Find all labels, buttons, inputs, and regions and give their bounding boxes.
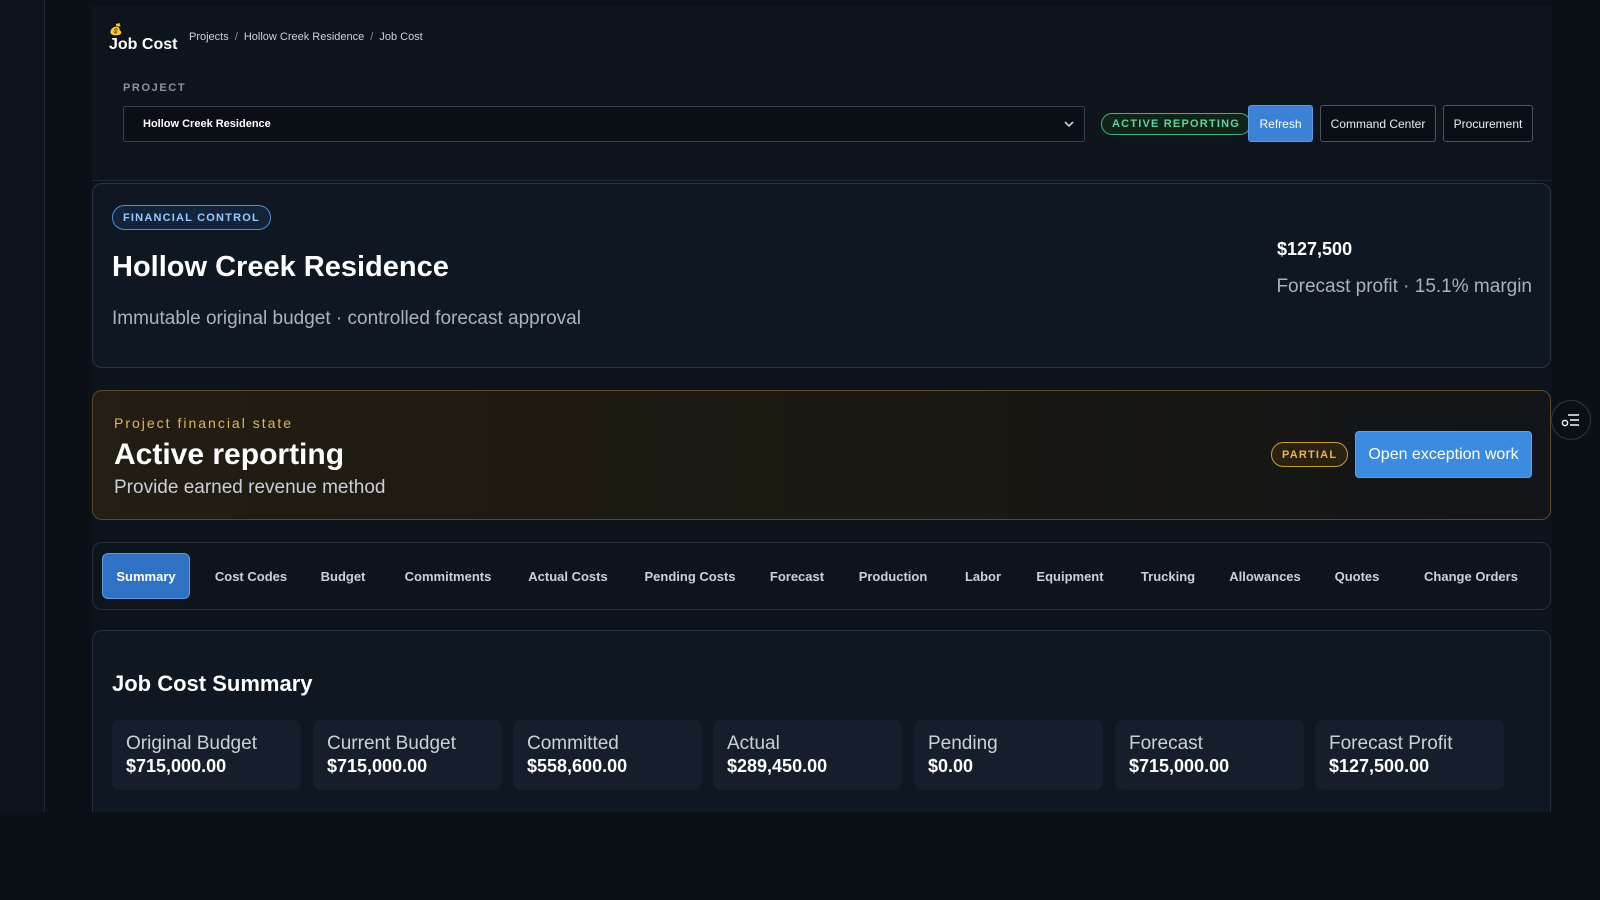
tab-production[interactable]: Production [843,553,943,599]
breadcrumb: Projects / Hollow Creek Residence / Job … [189,31,423,43]
tab-quotes[interactable]: Quotes [1325,553,1389,599]
forecast-profit-margin: Forecast profit · 15.1% margin [1276,276,1532,297]
metric-forecast: Forecast $715,000.00 [1115,720,1304,790]
metric-value: $0.00 [928,756,974,776]
left-rail [0,0,45,812]
forecast-profit-amount: $127,500 [1277,239,1353,259]
status-badge: ACTIVE REPORTING [1101,113,1251,135]
state-subtitle: Provide earned revenue method [114,477,386,498]
breadcrumb-current: Job Cost [379,31,423,43]
metric-original-budget: Original Budget $715,000.00 [112,720,301,790]
metric-value: $715,000.00 [1129,756,1230,776]
metric-value: $558,600.00 [527,756,628,776]
tab-budget[interactable]: Budget [307,553,379,599]
metric-label: Original Budget [126,733,257,754]
metric-label: Current Budget [327,733,456,754]
money-bag-icon: 💰 [109,24,123,36]
metric-label: Forecast [1129,733,1203,754]
tab-forecast[interactable]: Forecast [758,553,836,599]
tab-actual-costs[interactable]: Actual Costs [513,553,623,599]
summary-title: Job Cost Summary [112,671,313,696]
app-header: 💰 Job Cost Projects / Hollow Creek Resid… [92,6,1552,71]
project-select-value: Hollow Creek Residence [143,118,271,130]
open-exception-work-button[interactable]: Open exception work [1355,431,1532,478]
filter-settings-button[interactable] [1551,400,1591,440]
metric-label: Pending [928,733,998,754]
metric-value: $715,000.00 [327,756,428,776]
metric-value: $127,500.00 [1329,756,1430,776]
job-cost-summary-card: Job Cost Summary Original Budget $715,00… [92,630,1551,812]
tab-change-orders[interactable]: Change Orders [1401,553,1541,599]
tab-commitments[interactable]: Commitments [388,553,508,599]
tab-bar: Summary Cost Codes Budget Commitments Ac… [92,542,1551,610]
tab-labor[interactable]: Labor [953,553,1013,599]
metric-committed: Committed $558,600.00 [513,720,702,790]
job-cost-app: 💰 Job Cost Projects / Hollow Creek Resid… [92,6,1552,812]
financial-state-card: Project financial state Active reporting… [92,390,1551,520]
state-kicker: Project financial state [114,415,294,431]
tab-cost-codes[interactable]: Cost Codes [201,553,301,599]
app-title: Job Cost [109,36,178,53]
project-toolbar: PROJECT Hollow Creek Residence ACTIVE RE… [92,70,1552,181]
tab-summary[interactable]: Summary [102,553,190,599]
brand[interactable]: 💰 Job Cost [109,24,177,54]
state-title: Active reporting [114,438,345,471]
partial-badge: PARTIAL [1271,442,1349,467]
tab-equipment[interactable]: Equipment [1023,553,1117,599]
chevron-down-icon [1064,121,1074,128]
project-hero-card: FINANCIAL CONTROL Hollow Creek Residence… [92,183,1551,368]
breadcrumb-project[interactable]: Hollow Creek Residence [244,31,364,43]
metric-label: Committed [527,733,619,754]
refresh-button[interactable]: Refresh [1248,105,1313,142]
financial-control-badge: FINANCIAL CONTROL [112,205,271,230]
metric-label: Actual [727,733,780,754]
hero-subtitle: Immutable original budget · controlled f… [112,308,581,329]
project-label: PROJECT [123,82,187,94]
metric-value: $289,450.00 [727,756,828,776]
metric-label: Forecast Profit [1329,733,1453,754]
tab-allowances[interactable]: Allowances [1215,553,1315,599]
command-center-button[interactable]: Command Center [1320,105,1436,142]
metric-actual: Actual $289,450.00 [713,720,902,790]
filter-settings-icon [1561,414,1579,427]
procurement-button[interactable]: Procurement [1443,105,1533,142]
breadcrumb-projects[interactable]: Projects [189,31,229,43]
project-select[interactable]: Hollow Creek Residence [123,106,1085,142]
breadcrumb-separator: / [234,31,238,43]
tab-pending-costs[interactable]: Pending Costs [629,553,751,599]
metric-pending: Pending $0.00 [914,720,1103,790]
breadcrumb-separator: / [370,31,374,43]
tab-trucking[interactable]: Trucking [1127,553,1209,599]
metric-forecast-profit: Forecast Profit $127,500.00 [1315,720,1504,790]
metric-value: $715,000.00 [126,756,227,776]
metric-current-budget: Current Budget $715,000.00 [313,720,502,790]
page-background [0,812,1600,900]
page-title: Hollow Creek Residence [112,251,449,283]
